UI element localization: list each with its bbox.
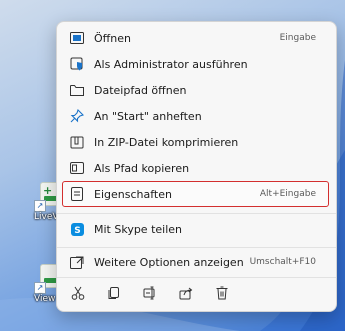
desktop-icon-label: View (34, 294, 56, 304)
delete-icon (216, 286, 228, 300)
skype-icon: S (70, 222, 84, 236)
desktop-icon-label: LiveV (34, 212, 59, 222)
share-icon (179, 286, 193, 300)
menu-separator (57, 277, 336, 278)
pin-icon (70, 109, 84, 123)
context-menu: Öffnen Eingabe Als Administrator ausführ… (56, 21, 337, 312)
context-menu-action-bar (63, 280, 328, 306)
menu-item-properties[interactable]: Eigenschaften Alt+Eingabe (62, 181, 329, 207)
cut-button[interactable] (65, 280, 91, 306)
open-icon (70, 31, 84, 45)
menu-item-share-skype[interactable]: S Mit Skype teilen (63, 217, 328, 241)
menu-item-open-file-path[interactable]: Dateipfad öffnen (63, 78, 328, 102)
share-button[interactable] (173, 280, 199, 306)
svg-text:S: S (74, 226, 80, 236)
menu-item-open[interactable]: Öffnen Eingabe (63, 26, 328, 50)
cut-icon (71, 286, 85, 300)
shortcut-arrow-icon: ↗ (34, 200, 46, 212)
menu-item-compress-zip[interactable]: In ZIP-Datei komprimieren (63, 130, 328, 154)
menu-item-pin-to-start[interactable]: An "Start" anheften (63, 104, 328, 128)
copy-icon (107, 286, 121, 300)
properties-icon (70, 187, 84, 201)
folder-icon (70, 83, 84, 97)
zip-icon (70, 135, 84, 149)
rename-button[interactable] (137, 280, 163, 306)
shortcut-arrow-icon: ↗ (34, 282, 46, 294)
shield-admin-icon (70, 57, 84, 71)
copy-path-icon (70, 161, 84, 175)
copy-button[interactable] (101, 280, 127, 306)
more-options-icon (70, 255, 84, 269)
menu-item-run-as-admin[interactable]: Als Administrator ausführen (63, 52, 328, 76)
menu-separator (57, 247, 336, 248)
delete-button[interactable] (209, 280, 235, 306)
menu-item-copy-as-path[interactable]: Als Pfad kopieren (63, 156, 328, 180)
rename-icon (143, 286, 157, 300)
menu-separator (57, 213, 336, 214)
menu-item-more-options[interactable]: Weitere Optionen anzeigen Umschalt+F10 (63, 250, 328, 274)
